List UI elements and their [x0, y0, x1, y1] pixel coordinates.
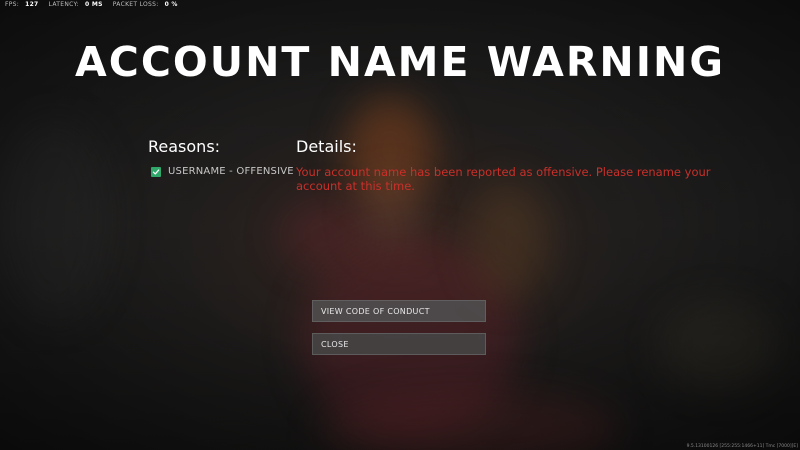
- close-button[interactable]: CLOSE: [312, 333, 486, 355]
- latency-stat: LATENCY: 0 MS: [49, 1, 103, 8]
- page-title: ACCOUNT NAME WARNING: [75, 38, 725, 86]
- reason-label: USERNAME - OFFENSIVE: [168, 166, 294, 177]
- build-info: 9.5.13100126 [255:255:1466+11] Tmc [7000…: [686, 444, 798, 449]
- details-heading: Details:: [296, 137, 357, 156]
- close-label: CLOSE: [321, 339, 349, 349]
- check-icon: [151, 166, 161, 177]
- fps-value: 127: [25, 1, 39, 8]
- latency-label: LATENCY:: [48, 1, 79, 8]
- reason-item: USERNAME - OFFENSIVE: [151, 166, 294, 177]
- packet-loss-value: 0 %: [164, 1, 178, 8]
- fps-stat: FPS: 127: [5, 1, 39, 8]
- packet-loss-stat: PACKET LOSS: 0 %: [113, 1, 178, 8]
- fps-label: FPS:: [5, 1, 20, 8]
- view-code-of-conduct-label: VIEW CODE OF CONDUCT: [321, 306, 430, 316]
- details-text: Your account name has been reported as o…: [296, 165, 711, 193]
- reasons-heading: Reasons:: [148, 137, 221, 156]
- view-code-of-conduct-button[interactable]: VIEW CODE OF CONDUCT: [312, 300, 486, 322]
- packet-loss-label: PACKET LOSS:: [112, 1, 159, 8]
- performance-stats: FPS: 127 LATENCY: 0 MS PACKET LOSS: 0 %: [5, 1, 188, 8]
- latency-value: 0 MS: [84, 1, 103, 8]
